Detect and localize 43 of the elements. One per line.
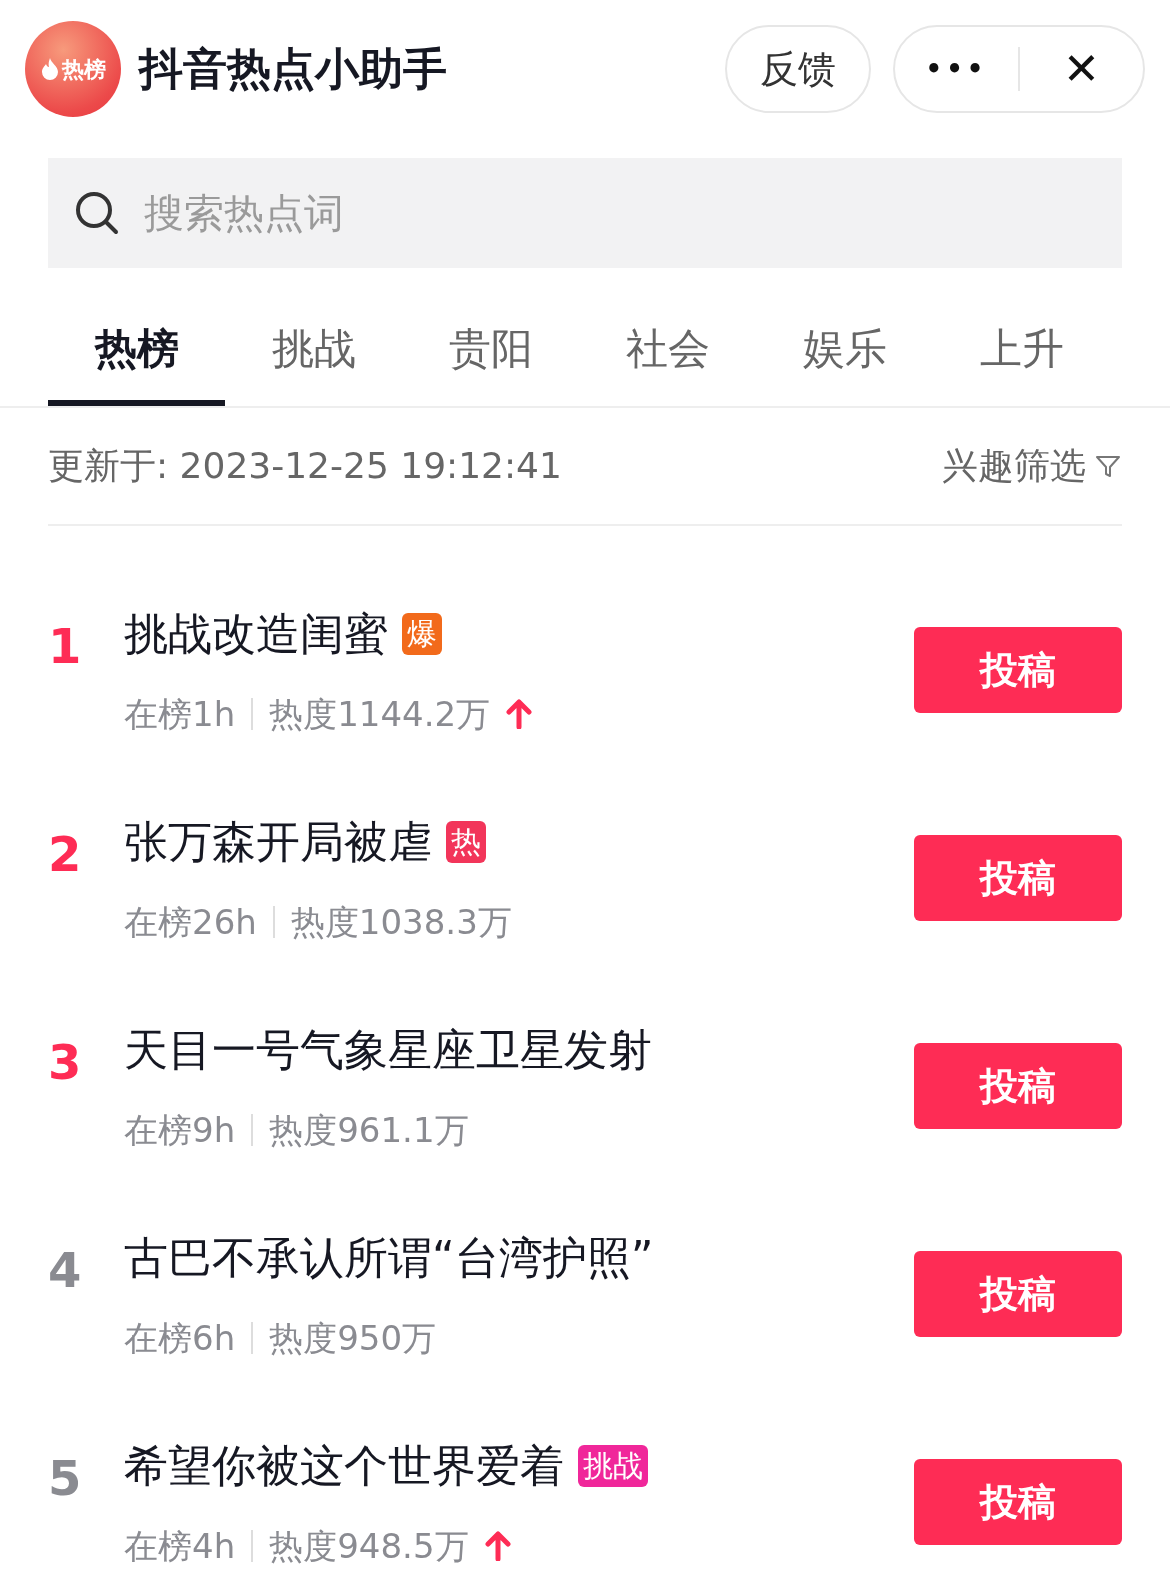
submit-button[interactable]: 投稿 [914, 1043, 1122, 1129]
search-field[interactable]: 搜索热点词 [48, 158, 1122, 268]
time-on-list: 在榜4h [124, 1520, 236, 1572]
heat-value: 热度1038.3万 [290, 900, 512, 944]
rank-number: 3 [48, 1033, 83, 1092]
submit-button[interactable]: 投稿 [914, 1459, 1122, 1545]
heat-value: 热度948.5万 [269, 1524, 469, 1568]
time-on-list: 在榜1h [124, 688, 236, 740]
tab[interactable]: 挑战 [225, 296, 402, 406]
time-on-list: 在榜6h [124, 1312, 236, 1364]
topic-tag: 热 [446, 820, 486, 863]
more-button[interactable]: ••• [895, 49, 1018, 89]
logo-text: 热榜 [62, 55, 106, 84]
rank-number: 4 [48, 1241, 83, 1300]
tab[interactable]: 热榜 [48, 296, 225, 406]
filter-button[interactable]: 兴趣筛选 [942, 439, 1122, 493]
topic-title[interactable]: 挑战改造闺蜜 [124, 600, 388, 667]
app-title: 抖音热点小助手 [139, 42, 447, 96]
tab[interactable]: 社会 [579, 296, 756, 406]
tab[interactable]: 娱乐 [756, 296, 933, 406]
topic-tag: 爆 [402, 612, 442, 655]
rank-number: 5 [48, 1449, 83, 1508]
submit-button[interactable]: 投稿 [914, 835, 1122, 921]
rank-number: 2 [48, 825, 83, 884]
tab[interactable]: 上升 [933, 296, 1110, 406]
heat-value: 热度961.1万 [269, 1108, 469, 1152]
time-on-list: 在榜9h [124, 1104, 236, 1156]
rank-number: 1 [48, 617, 83, 676]
topic-tag: 挑战 [578, 1444, 648, 1487]
time-on-list: 在榜26h [124, 896, 257, 948]
topic-title[interactable]: 古巴不承认所谓“台湾护照” [124, 1224, 654, 1291]
close-button[interactable]: ✕ [1020, 36, 1143, 102]
flame-icon [40, 57, 60, 81]
topic-title[interactable]: 天目一号气象星座卫星发射 [124, 1016, 652, 1083]
update-time: 更新于: 2023-12-25 19:12:41 [48, 444, 562, 488]
submit-button[interactable]: 投稿 [914, 1251, 1122, 1337]
submit-button[interactable]: 投稿 [914, 627, 1122, 713]
tab[interactable]: 贵阳 [402, 296, 579, 406]
topic-title[interactable]: 张万森开局被虐 [124, 808, 432, 875]
feedback-button[interactable]: 反馈 [725, 25, 871, 113]
heat-value: 热度950万 [269, 1316, 437, 1360]
heat-value: 热度1144.2万 [269, 692, 491, 736]
topic-title[interactable]: 希望你被这个世界爱着 [124, 1432, 564, 1499]
